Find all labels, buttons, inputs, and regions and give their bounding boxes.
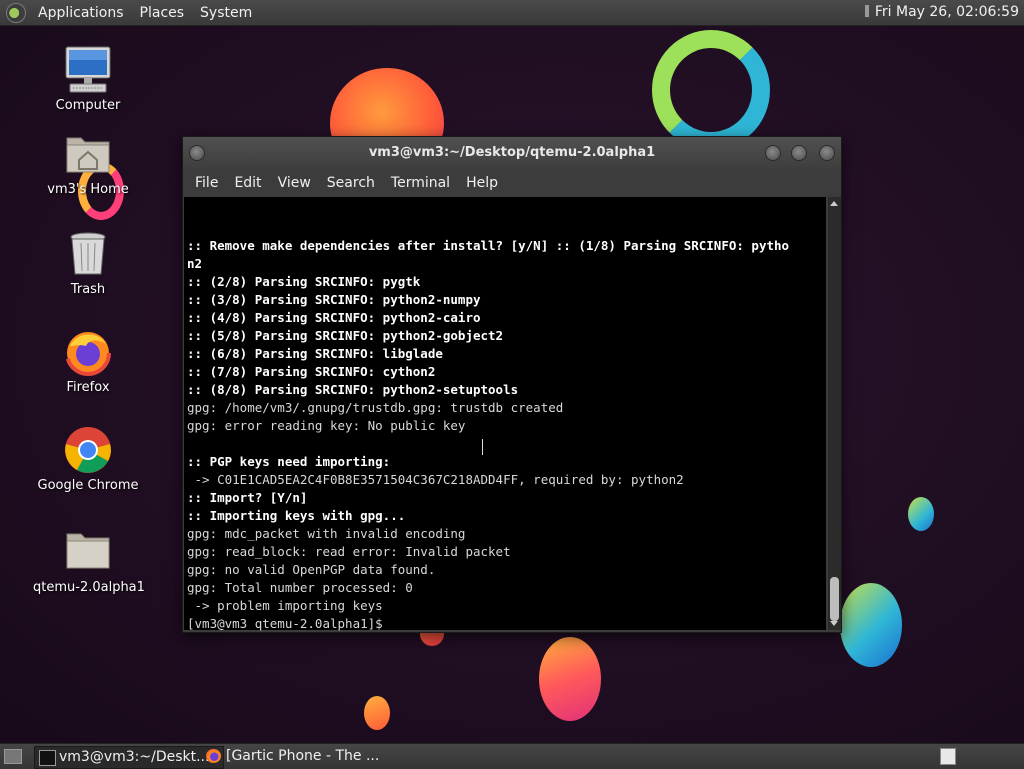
taskbar-item-terminal[interactable]: vm3@vm3:~/Deskt... xyxy=(34,746,224,769)
terminal-line: :: PGP keys need importing: xyxy=(187,454,391,469)
menu-file[interactable]: File xyxy=(187,175,226,191)
desktop-icon-firefox[interactable]: Firefox xyxy=(33,328,143,395)
terminal-icon xyxy=(39,750,56,766)
terminal-line: gpg: /home/vm3/.gnupg/trustdb.gpg: trust… xyxy=(187,400,564,415)
pink-ball-decoration xyxy=(539,637,601,721)
small-blue-ball-decoration xyxy=(908,497,934,531)
menu-view[interactable]: View xyxy=(270,175,319,191)
menu-edit[interactable]: Edit xyxy=(226,175,269,191)
terminal-menubar: File Edit View Search Terminal Help xyxy=(183,169,841,197)
clock[interactable]: Fri May 26, 02:06:59 xyxy=(864,4,1019,20)
terminal-line: :: (2/8) Parsing SRCINFO: pygtk xyxy=(187,274,421,289)
show-desktop-icon[interactable] xyxy=(4,749,22,764)
maximize-button[interactable] xyxy=(791,145,807,161)
desktop-icon-trash[interactable]: Trash xyxy=(33,230,143,297)
mouse-ibeam-cursor xyxy=(482,439,483,455)
scrollbar-thumb[interactable] xyxy=(830,577,839,621)
window-titlebar[interactable]: vm3@vm3:~/Desktop/qtemu-2.0alpha1 xyxy=(183,137,841,169)
terminal-line: gpg: error reading key: No public key xyxy=(187,418,466,433)
scroll-up-arrow-icon[interactable] xyxy=(830,201,838,206)
close-button[interactable] xyxy=(819,145,835,161)
firefox-icon xyxy=(206,749,221,763)
workspace-switcher[interactable] xyxy=(940,748,956,765)
ring-decoration xyxy=(652,30,770,150)
terminal-line: -> problem importing keys xyxy=(187,598,383,613)
clock-text: Fri May 26, 02:06:59 xyxy=(874,4,1019,20)
window-menu-button[interactable] xyxy=(189,145,205,161)
desktop-icon-qtemu-folder[interactable]: qtemu-2.0alpha1 xyxy=(33,528,145,595)
terminal-lines: :: Remove make dependencies after instal… xyxy=(187,237,825,633)
terminal-line: :: (6/8) Parsing SRCINFO: libglade xyxy=(187,346,443,361)
terminal-line: :: Importing keys with gpg... xyxy=(187,508,406,523)
terminal-line: :: (4/8) Parsing SRCINFO: python2-cairo xyxy=(187,310,481,325)
trash-icon xyxy=(64,230,112,278)
terminal-line: gpg: mdc_packet with invalid encoding xyxy=(187,526,466,541)
terminal-scrollbar[interactable] xyxy=(828,197,841,630)
terminal-line: gpg: Total number processed: 0 xyxy=(187,580,413,595)
desktop-icon-chrome[interactable]: Google Chrome xyxy=(33,426,143,493)
menu-search[interactable]: Search xyxy=(319,175,383,191)
panel-separator-icon xyxy=(864,5,869,17)
terminal-line: :: (3/8) Parsing SRCINFO: python2-numpy xyxy=(187,292,481,307)
system-menu[interactable]: System xyxy=(192,5,260,21)
desktop-icon-label: Computer xyxy=(55,98,121,113)
terminal-line: -> C01E1CAD5EA2C4F0B8E3571504C367C218ADD… xyxy=(187,472,684,487)
desktop-icon-label: Trash xyxy=(70,282,106,297)
blue-ball-decoration xyxy=(840,583,902,667)
desktop-icon-label: Firefox xyxy=(66,380,110,395)
terminal-line: gpg: no valid OpenPGP data found. xyxy=(187,562,436,577)
folder-icon xyxy=(64,528,112,576)
menu-terminal[interactable]: Terminal xyxy=(383,175,458,191)
window-title: vm3@vm3:~/Desktop/qtemu-2.0alpha1 xyxy=(368,145,656,160)
minimize-button[interactable] xyxy=(765,145,781,161)
terminal-line: :: (8/8) Parsing SRCINFO: python2-setupt… xyxy=(187,382,519,397)
desktop-icon-computer[interactable]: Computer xyxy=(33,46,143,113)
desktop-icon-label: Google Chrome xyxy=(37,478,139,493)
taskbar-item-label: vm3@vm3:~/Deskt... xyxy=(59,749,210,765)
terminal-line: :: Import? [Y/n] xyxy=(187,490,308,505)
firefox-icon xyxy=(64,328,112,376)
terminal-line: :: Remove make dependencies after instal… xyxy=(187,238,790,253)
terminal-line: [vm3@vm3 qtemu-2.0alpha1]$ xyxy=(187,616,383,631)
terminal-line: gpg: read_block: read error: Invalid pac… xyxy=(187,544,511,559)
home-folder-icon xyxy=(64,130,112,178)
computer-icon xyxy=(64,46,112,94)
terminal-line: n2 xyxy=(187,256,203,271)
menu-help[interactable]: Help xyxy=(458,175,506,191)
terminal-window[interactable]: vm3@vm3:~/Desktop/qtemu-2.0alpha1 File E… xyxy=(182,136,842,633)
chrome-icon xyxy=(64,426,112,474)
distro-logo-icon[interactable] xyxy=(6,2,26,23)
places-menu[interactable]: Places xyxy=(132,5,193,21)
desktop-icon-label: vm3's Home xyxy=(47,182,129,197)
bottom-panel: vm3@vm3:~/Deskt... [Gartic Phone - The .… xyxy=(0,743,1024,769)
terminal-output[interactable]: :: Remove make dependencies after instal… xyxy=(184,197,826,633)
terminal-line: :: (7/8) Parsing SRCINFO: cython2 xyxy=(187,364,436,379)
scroll-down-arrow-icon[interactable] xyxy=(830,621,838,626)
tiny-orange-ball-decoration xyxy=(364,696,390,730)
taskbar-item-firefox[interactable]: [Gartic Phone - The ... xyxy=(202,746,406,767)
applications-menu[interactable]: Applications xyxy=(30,5,132,21)
desktop-icon-label: qtemu-2.0alpha1 xyxy=(33,580,145,595)
desktop-icon-home[interactable]: vm3's Home xyxy=(33,130,143,197)
terminal-line: :: (5/8) Parsing SRCINFO: python2-gobjec… xyxy=(187,328,504,343)
taskbar-item-label: [Gartic Phone - The ... xyxy=(226,748,380,764)
top-panel: Applications Places System Fri May 26, 0… xyxy=(0,0,1024,26)
